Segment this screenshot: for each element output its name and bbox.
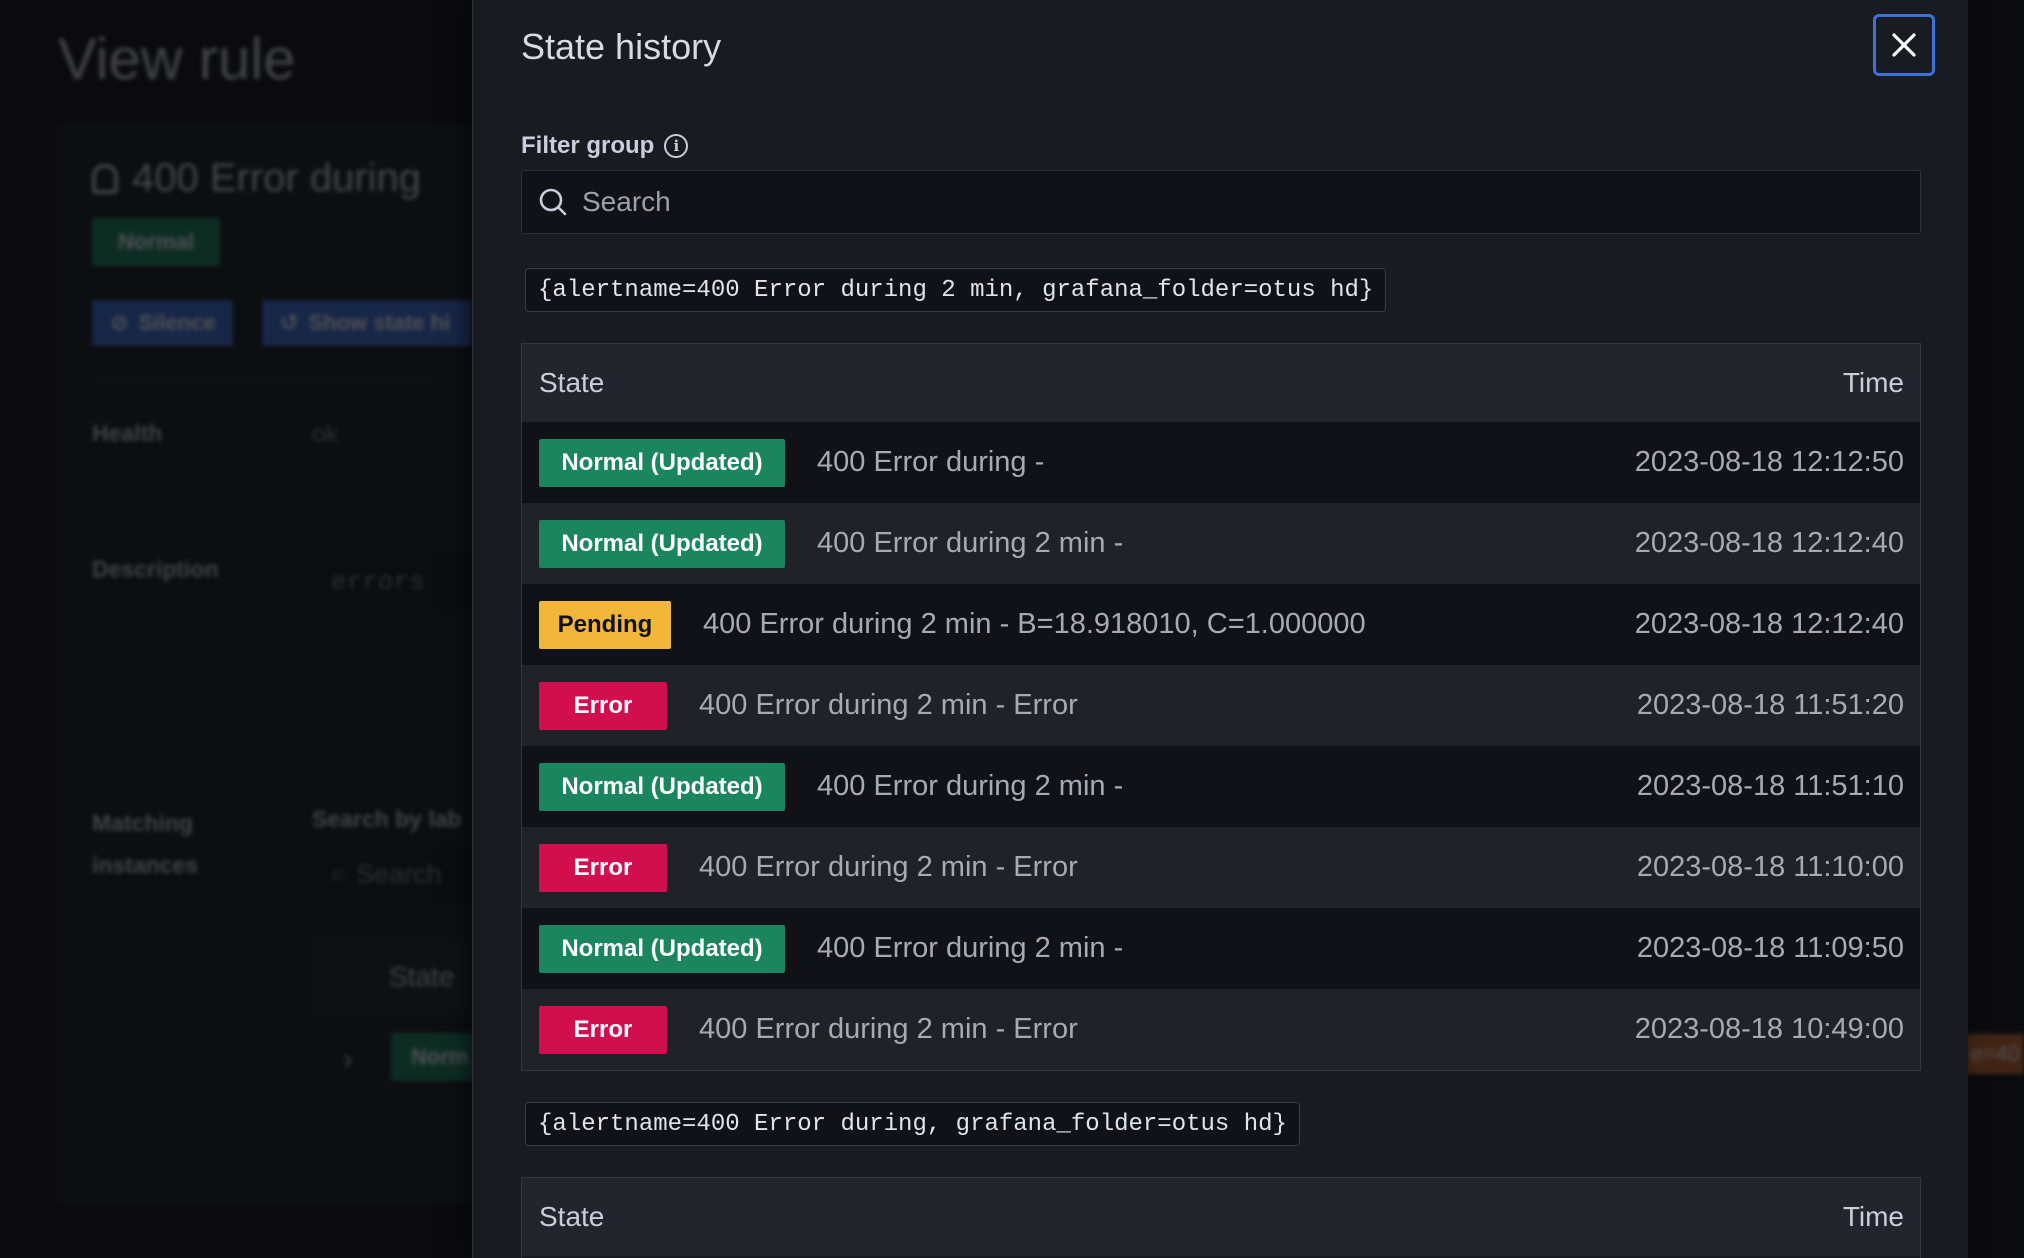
table-row: Normal (Updated) 400 Error during 2 min … <box>522 503 1920 584</box>
state-badge: Error <box>539 681 667 730</box>
row-text: 400 Error during 2 min - <box>817 527 1124 559</box>
state-badge: Error <box>539 843 667 892</box>
row-time: 2023-08-18 11:51:10 <box>1636 770 1904 802</box>
filter-group-label: Filter group i <box>521 132 689 160</box>
state-history-drawer: State history Filter group i {alertname=… <box>472 0 1968 1258</box>
info-icon[interactable]: i <box>664 134 689 158</box>
row-time: 2023-08-18 12:12:40 <box>1634 527 1904 559</box>
table-row: Error 400 Error during 2 min - Error 202… <box>522 665 1920 746</box>
table-row: Error 400 Error during 2 min - Error 202… <box>522 989 1920 1070</box>
row-text: 400 Error during 2 min - Error <box>699 1013 1078 1045</box>
time-column-header: Time <box>1842 367 1904 398</box>
history-table-header: State Time <box>522 1178 1920 1256</box>
row-text: 400 Error during 2 min - Error <box>699 851 1078 883</box>
row-text: 400 Error during 2 min - <box>817 932 1124 964</box>
row-text: 400 Error during - <box>817 446 1045 478</box>
row-time: 2023-08-18 10:49:00 <box>1634 1013 1904 1045</box>
state-column-header: State <box>539 367 605 398</box>
close-icon <box>1892 33 1916 57</box>
group-label-1: {alertname=400 Error during 2 min, grafa… <box>525 268 1387 312</box>
table-row: Pending 400 Error during 2 min - B=18.91… <box>522 584 1920 665</box>
filter-group-label-text: Filter group <box>521 132 655 159</box>
group-label-2: {alertname=400 Error during, grafana_fol… <box>525 1102 1300 1146</box>
filter-search-input[interactable] <box>582 186 1882 218</box>
state-badge: Normal (Updated) <box>539 924 785 973</box>
table-row: Normal (Updated) 400 Error during 2 min … <box>522 908 1920 989</box>
history-table-2: State Time <box>521 1177 1921 1258</box>
filter-search-field[interactable] <box>521 170 1921 234</box>
row-time: 2023-08-18 11:10:00 <box>1636 851 1904 883</box>
row-text: 400 Error during 2 min - <box>817 770 1124 802</box>
state-badge: Pending <box>539 600 671 649</box>
state-badge: Normal (Updated) <box>539 762 785 811</box>
row-text: 400 Error during 2 min - B=18.918010, C=… <box>703 608 1366 640</box>
state-badge: Normal (Updated) <box>539 438 785 487</box>
drawer-title: State history <box>521 26 722 67</box>
search-icon <box>539 188 567 216</box>
history-table-1: State Time Normal (Updated) 400 Error du… <box>521 343 1921 1071</box>
row-time: 2023-08-18 12:12:50 <box>1634 446 1904 478</box>
row-time: 2023-08-18 11:51:20 <box>1636 689 1904 721</box>
state-badge: Error <box>539 1005 667 1054</box>
state-column-header: State <box>539 1201 605 1232</box>
table-row: Error 400 Error during 2 min - Error 202… <box>522 827 1920 908</box>
state-badge: Normal (Updated) <box>539 519 785 568</box>
row-time: 2023-08-18 12:12:40 <box>1634 608 1904 640</box>
history-table-header: State Time <box>522 344 1920 422</box>
row-time: 2023-08-18 11:09:50 <box>1636 932 1904 964</box>
table-row: Normal (Updated) 400 Error during 2 min … <box>522 746 1920 827</box>
close-button[interactable] <box>1873 14 1935 76</box>
time-column-header: Time <box>1842 1201 1904 1232</box>
row-text: 400 Error during 2 min - Error <box>699 689 1078 721</box>
table-row: Normal (Updated) 400 Error during - 2023… <box>522 422 1920 503</box>
